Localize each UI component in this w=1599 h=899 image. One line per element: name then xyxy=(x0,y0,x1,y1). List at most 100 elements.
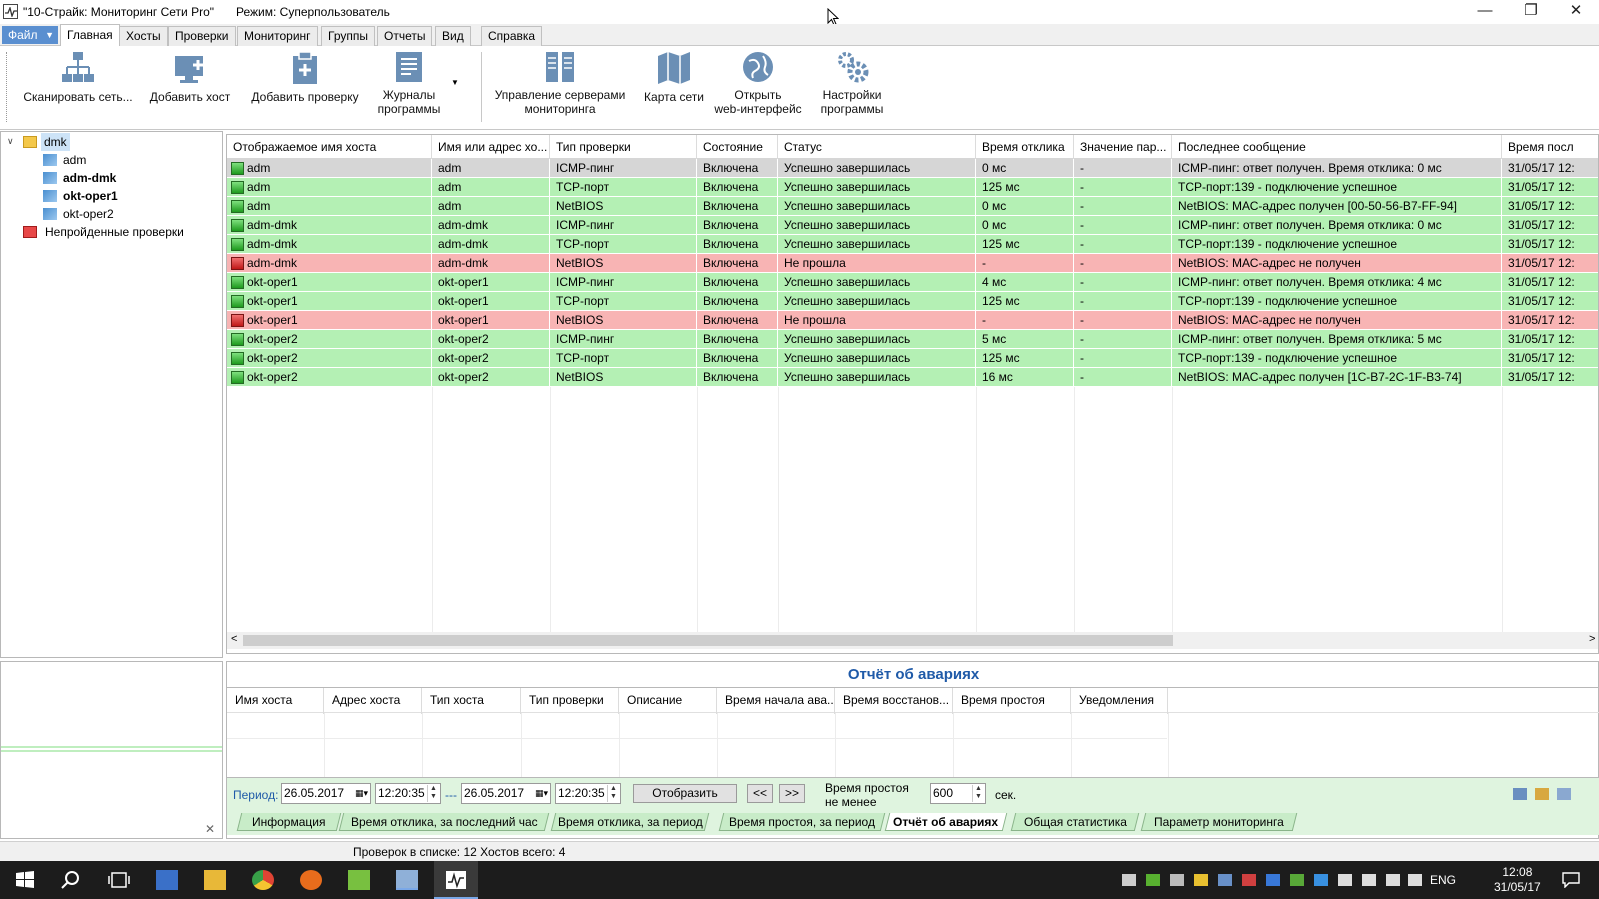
open-web-interface-button[interactable]: Открыть web-интерфейс xyxy=(712,50,804,126)
network-map-button[interactable]: Карта сети xyxy=(640,50,708,126)
downtime-input[interactable]: 600 ▲ ▼ xyxy=(930,783,986,804)
minimize-button[interactable]: — xyxy=(1462,0,1508,24)
close-button[interactable]: ✕ xyxy=(1553,0,1599,24)
report-tab[interactable]: Время отклика, за последний час xyxy=(338,813,550,831)
report-column-header[interactable]: Адрес хоста xyxy=(324,688,422,714)
report-column-header[interactable]: Имя хоста xyxy=(227,688,324,714)
table-row[interactable]: adm adm NetBIOS Включена Успешно завершилась… xyxy=(227,197,1598,216)
table-row[interactable]: okt-oper2 okt-oper2 ICMP-пинг Включена Успеш… xyxy=(227,330,1598,349)
table-row[interactable]: okt-oper1 okt-oper1 NetBIOS Включена Не прош… xyxy=(227,311,1598,330)
table-row[interactable]: adm adm ICMP-пинг Включена Успешно завершила… xyxy=(227,159,1598,178)
date-from-input[interactable]: 26.05.2017 ▦▾ xyxy=(281,783,371,804)
table-row[interactable]: adm-dmk adm-dmk NetBIOS Включена Не прошла - -… xyxy=(227,254,1598,273)
tray-pen-icon[interactable] xyxy=(1194,874,1208,886)
table-row[interactable]: okt-oper2 okt-oper2 TCP-порт Включена Успешн… xyxy=(227,349,1598,368)
tab-help[interactable]: Справка xyxy=(481,26,543,46)
menu-file[interactable]: Файл ▼ xyxy=(2,26,58,44)
search-icon[interactable] xyxy=(60,870,82,890)
time-from-input[interactable]: 12:20:35 ▲ ▼ xyxy=(375,783,441,804)
calendar-dropdown-icon[interactable]: ▦▾ xyxy=(355,784,368,803)
tray-multi-icon[interactable] xyxy=(1242,874,1256,886)
report-tab[interactable]: Отчёт об авариях xyxy=(884,813,1008,831)
tray-display-icon[interactable] xyxy=(1314,874,1328,886)
program-logs-button[interactable]: Журналы программы xyxy=(372,50,446,126)
add-host-button[interactable]: Добавить хост xyxy=(144,50,236,126)
copy-icon[interactable] xyxy=(1557,788,1571,800)
column-header[interactable]: Отображаемое имя хоста xyxy=(227,135,432,159)
tab-view[interactable]: Вид xyxy=(435,26,471,46)
network-app-icon[interactable] xyxy=(396,870,418,890)
tab-hosts[interactable]: Хосты xyxy=(119,26,168,46)
scan-network-button[interactable]: Сканировать сеть... xyxy=(20,50,136,126)
table-row[interactable]: okt-oper2 okt-oper2 NetBIOS Включена Успешно… xyxy=(227,368,1598,387)
downtime-spinner-icon[interactable]: ▲ ▼ xyxy=(972,785,984,802)
close-panel-icon[interactable]: ✕ xyxy=(205,822,215,836)
tray-network-icon[interactable] xyxy=(1218,874,1232,886)
report-tab[interactable]: Время отклика, за период xyxy=(550,813,710,831)
table-row[interactable]: adm-dmk adm-dmk ICMP-пинг Включена Успешно з… xyxy=(227,216,1598,235)
next-period-button[interactable]: >> xyxy=(779,784,805,803)
scroll-right-icon[interactable]: > xyxy=(1589,633,1595,645)
table-row[interactable]: okt-oper1 okt-oper1 TCP-порт Включена Успешн… xyxy=(227,292,1598,311)
manage-servers-button[interactable]: Управление серверами мониторинга xyxy=(490,50,630,126)
column-header[interactable]: Время отклика xyxy=(976,135,1074,159)
calendar-dropdown-icon[interactable]: ▦▾ xyxy=(535,784,548,803)
table-row[interactable]: adm adm TCP-порт Включена Успешно завершилас… xyxy=(227,178,1598,197)
column-header[interactable]: Состояние xyxy=(697,135,778,159)
tab-reports[interactable]: Отчеты xyxy=(377,26,433,46)
report-tab[interactable]: Время простоя, за период xyxy=(718,813,886,831)
document-app-icon[interactable] xyxy=(156,870,178,890)
tray-volume-icon[interactable] xyxy=(1408,874,1422,886)
tray-wifi-icon[interactable] xyxy=(1386,874,1400,886)
language-indicator[interactable]: ENG xyxy=(1430,873,1456,887)
report-column-header[interactable]: Время восстанов... xyxy=(835,688,953,714)
report-tab[interactable]: Информация xyxy=(236,813,342,831)
tray-app-icon[interactable] xyxy=(1122,874,1136,886)
program-settings-button[interactable]: Настройки программы xyxy=(812,50,892,126)
restore-button[interactable]: ❐ xyxy=(1508,0,1554,24)
vsphere-icon[interactable] xyxy=(348,870,370,890)
tab-main[interactable]: Главная xyxy=(60,24,120,46)
tab-checks[interactable]: Проверки xyxy=(168,26,236,46)
horizontal-scrollbar[interactable]: < > xyxy=(227,632,1598,649)
report-column-header[interactable]: Описание xyxy=(619,688,717,714)
scrollbar-thumb[interactable] xyxy=(243,635,1173,646)
notifications-icon[interactable] xyxy=(1562,872,1580,888)
table-row[interactable]: okt-oper1 okt-oper1 ICMP-пинг Включена Успеш… xyxy=(227,273,1598,292)
tree-collapse-icon[interactable]: ∨ xyxy=(7,136,14,147)
column-header[interactable]: Имя или адрес хо... xyxy=(432,135,550,159)
date-to-input[interactable]: 26.05.2017 ▦▾ xyxy=(461,783,551,804)
column-header[interactable]: Тип проверки xyxy=(550,135,697,159)
show-report-button[interactable]: Отобразить xyxy=(633,784,737,803)
tray-shield-icon[interactable] xyxy=(1338,874,1352,886)
tab-monitoring[interactable]: Мониторинг xyxy=(237,26,318,46)
time-to-spinner-icon[interactable]: ▲ ▼ xyxy=(607,785,619,802)
report-tab[interactable]: Общая статистика xyxy=(1010,813,1140,831)
tray-screen-icon[interactable] xyxy=(1266,874,1280,886)
file-explorer-icon[interactable] xyxy=(204,870,226,890)
windows-start-icon[interactable] xyxy=(14,870,36,890)
monitoring-app-icon[interactable] xyxy=(445,870,467,890)
tray-battery-icon[interactable] xyxy=(1362,874,1376,886)
tray-nvidia-icon[interactable] xyxy=(1290,874,1304,886)
tray-clover-icon[interactable] xyxy=(1146,874,1160,886)
column-header[interactable]: Статус xyxy=(778,135,976,159)
task-view-icon[interactable] xyxy=(108,870,130,890)
add-check-button[interactable]: Добавить проверку xyxy=(246,50,364,126)
column-header[interactable]: Значение пар... xyxy=(1074,135,1172,159)
report-column-header[interactable]: Уведомления xyxy=(1071,688,1168,714)
save-icon[interactable] xyxy=(1535,788,1549,800)
report-column-header[interactable]: Время начала ава... xyxy=(717,688,835,714)
firefox-icon[interactable] xyxy=(300,870,322,890)
report-column-header[interactable]: Время простоя xyxy=(953,688,1071,714)
report-column-header[interactable]: Тип проверки xyxy=(521,688,619,714)
scroll-left-icon[interactable]: < xyxy=(231,633,237,645)
table-row[interactable]: adm-dmk adm-dmk TCP-порт Включена Успешно за… xyxy=(227,235,1598,254)
chrome-icon[interactable] xyxy=(252,870,274,890)
tray-notes-icon[interactable] xyxy=(1170,874,1184,886)
prev-period-button[interactable]: << xyxy=(747,784,773,803)
print-icon[interactable] xyxy=(1513,788,1527,800)
taskbar-clock[interactable]: 12:08 31/05/17 xyxy=(1494,865,1541,895)
report-column-header[interactable]: Тип хоста xyxy=(422,688,521,714)
column-header[interactable]: Время посл xyxy=(1502,135,1598,159)
